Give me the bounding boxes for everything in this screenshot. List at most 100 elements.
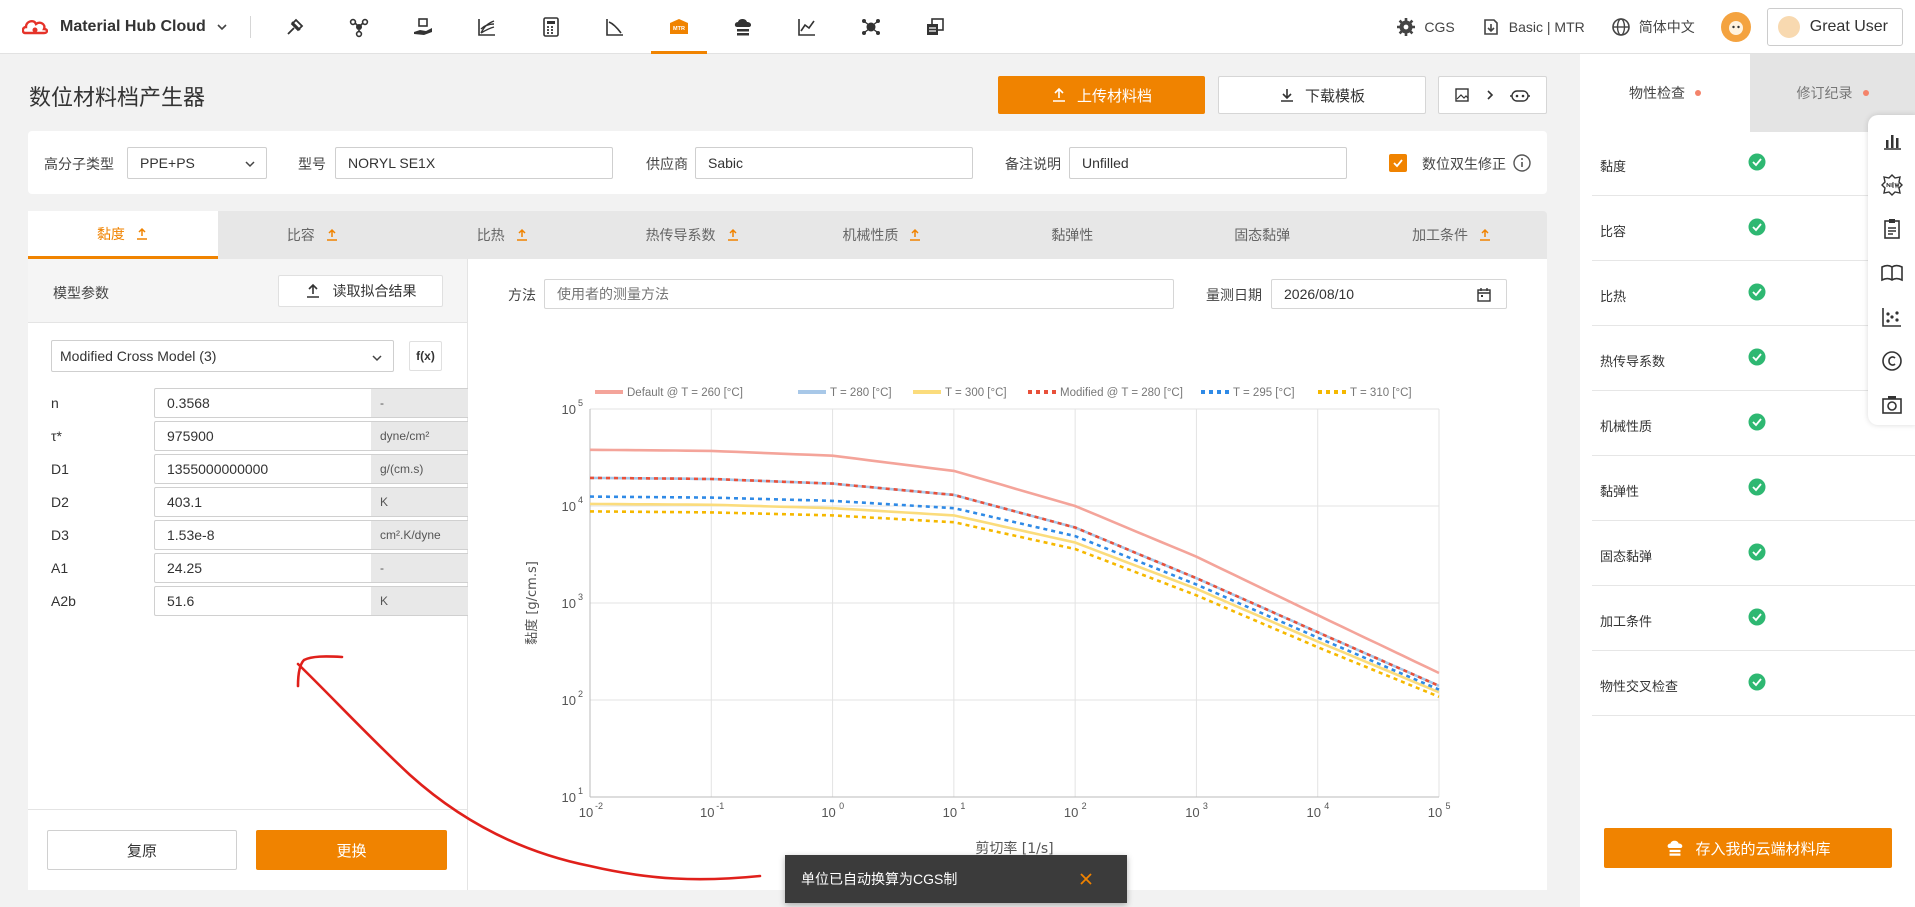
upload-icon[interactable] xyxy=(1478,228,1492,242)
scatter-icon[interactable] xyxy=(1880,305,1904,329)
viscosity-chart: 10 -2 10 -1 10 0 10 1 10 2 10 3 10 4 10 510 110 210 310 410… xyxy=(524,387,1451,857)
param-value-input[interactable]: 1355000000000 xyxy=(154,454,372,484)
nav-angle-chart[interactable] xyxy=(583,0,647,54)
save-to-cloud-button[interactable]: 存入我的云端材料库 xyxy=(1604,828,1892,868)
method-input[interactable] xyxy=(544,279,1174,309)
twin-correction-checkbox[interactable] xyxy=(1389,154,1407,172)
nav-trend-chart[interactable] xyxy=(775,0,839,54)
nav-network[interactable] xyxy=(839,0,903,54)
polymer-type-select[interactable]: PPE+PS xyxy=(127,147,267,179)
model-select[interactable]: Modified Cross Model (3) xyxy=(51,340,394,372)
tab-property-check[interactable]: 物性检查 xyxy=(1580,54,1750,132)
upload-label: 上传材料档 xyxy=(1076,87,1152,105)
tab-3[interactable]: 热传导系数 xyxy=(598,211,788,259)
formula-button[interactable]: f(x) xyxy=(409,341,442,371)
clipboard-icon[interactable] xyxy=(1880,217,1904,241)
notification-dot xyxy=(1695,90,1701,96)
y-tick-exponent: 4 xyxy=(578,495,583,505)
brand-switcher[interactable]: Material Hub Cloud xyxy=(0,17,250,37)
tab-label: 固态黏弹 xyxy=(1234,227,1291,243)
upload-icon[interactable] xyxy=(135,227,149,241)
model-parameters-title: 模型参数 xyxy=(53,285,109,301)
grade-input[interactable]: NORYL SE1X xyxy=(335,147,613,179)
bar-chart-icon[interactable] xyxy=(1880,129,1904,153)
tab-label: 热传导系数 xyxy=(645,227,716,243)
reset-button[interactable]: 复原 xyxy=(47,830,237,870)
plan-info[interactable]: Basic | MTR xyxy=(1481,17,1585,37)
user-menu-button[interactable]: Great User xyxy=(1766,8,1903,46)
unit-conversion-toast: 单位已自动换算为CGS制 xyxy=(785,855,1127,903)
nav-calculator[interactable] xyxy=(519,0,583,54)
sidebar-tabs: 物性检查 修订纪录 xyxy=(1580,54,1915,132)
upload-icon[interactable] xyxy=(515,228,529,242)
tab-6[interactable]: 固态黏弹 xyxy=(1167,211,1357,259)
check-item-label: 比容 xyxy=(1600,224,1627,239)
param-unit: cm².K/dyne xyxy=(371,520,471,550)
globe-icon xyxy=(1611,18,1630,36)
close-icon[interactable] xyxy=(1079,872,1093,886)
supplier-input[interactable]: Sabic xyxy=(695,147,973,179)
export-image-button[interactable] xyxy=(1438,76,1547,114)
copyright-icon[interactable] xyxy=(1880,349,1904,373)
top-right-controls: CGS Basic | MTR 简体中文 Great User xyxy=(1396,0,1903,54)
download-template-button[interactable]: 下载模板 xyxy=(1218,76,1426,114)
param-unit: - xyxy=(371,553,471,583)
param-value-input[interactable]: 0.3568 xyxy=(154,388,372,418)
tab-4[interactable]: 机械性质 xyxy=(788,211,978,259)
nav-tensile[interactable] xyxy=(263,0,327,54)
param-value-input[interactable]: 1.53e-8 xyxy=(154,520,372,550)
x-tick-exponent: 5 xyxy=(1445,801,1450,811)
x-tick-label: 10 xyxy=(821,805,835,820)
read-fit-result-button[interactable]: 读取拟合结果 xyxy=(278,275,443,307)
series-line-1 xyxy=(589,476,1440,687)
param-row: D1 1355000000000 g/(cm.s) xyxy=(51,454,471,484)
nav-mtr[interactable]: MTR xyxy=(647,0,711,54)
y-tick-label: 10 xyxy=(562,790,576,805)
twin-correction-label: 数位双生修正 xyxy=(1422,156,1506,172)
nav-database[interactable] xyxy=(903,0,967,54)
unit-setting[interactable]: CGS xyxy=(1396,17,1455,37)
tab-2[interactable]: 比热 xyxy=(408,211,598,259)
param-value-input[interactable]: 403.1 xyxy=(154,487,372,517)
upload-icon[interactable] xyxy=(325,228,339,242)
camera-icon[interactable] xyxy=(1880,393,1904,417)
nav-curves[interactable] xyxy=(455,0,519,54)
date-picker[interactable]: 2026/08/10 xyxy=(1271,279,1507,309)
note-input[interactable]: Unfilled xyxy=(1069,147,1347,179)
y-axis-label: 黏度 [g/cm.s] xyxy=(524,561,540,645)
param-name: τ* xyxy=(51,428,62,444)
param-value: 0.3568 xyxy=(167,395,210,411)
property-tabs: 黏度 比容 比热 热传导系数 机械性质 黏弹性 固态黏弹 加工条件 xyxy=(28,211,1547,259)
nav-molecule[interactable] xyxy=(327,0,391,54)
check-item-label: 机械性质 xyxy=(1600,419,1653,434)
param-value-input[interactable]: 24.25 xyxy=(154,553,372,583)
tab-5[interactable]: 黏弹性 xyxy=(977,211,1167,259)
upload-icon[interactable] xyxy=(908,228,922,242)
mtr-icon: MTR xyxy=(670,18,688,34)
floating-toolbar xyxy=(1868,115,1915,425)
book-icon[interactable] xyxy=(1880,261,1904,285)
save-to-cloud-label: 存入我的云端材料库 xyxy=(1695,840,1831,858)
check-circle-icon xyxy=(1748,543,1766,561)
new-badge-icon[interactable] xyxy=(1880,173,1904,197)
apply-button[interactable]: 更换 xyxy=(256,830,447,870)
tab-0[interactable]: 黏度 xyxy=(28,211,218,259)
param-value-input[interactable]: 975900 xyxy=(154,421,372,451)
info-icon[interactable] xyxy=(1512,153,1532,173)
param-value-input[interactable]: 51.6 xyxy=(154,586,372,616)
param-name: n xyxy=(51,395,59,411)
mascot-avatar[interactable] xyxy=(1720,12,1751,42)
upload-icon[interactable] xyxy=(726,228,740,242)
tab-7[interactable]: 加工条件 xyxy=(1357,211,1547,259)
nav-hand-material[interactable] xyxy=(391,0,455,54)
language-switch[interactable]: 简体中文 xyxy=(1611,17,1695,37)
upload-icon xyxy=(1052,87,1065,102)
check-item-label: 加工条件 xyxy=(1600,614,1653,629)
nav-cloud-storage[interactable] xyxy=(711,0,775,54)
series-line-5 xyxy=(589,510,1440,699)
trend-chart-icon xyxy=(798,18,815,36)
x-tick-exponent: 2 xyxy=(1082,801,1087,811)
tab-1[interactable]: 比容 xyxy=(218,211,408,259)
robot-icon xyxy=(1510,90,1531,102)
upload-material-button[interactable]: 上传材料档 xyxy=(998,76,1205,114)
